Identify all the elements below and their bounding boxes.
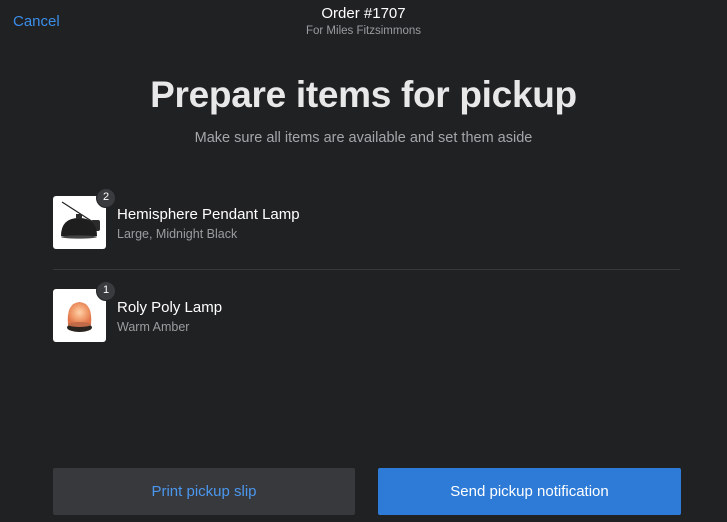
order-title: Order #1707 [321,5,406,22]
item-variant: Warm Amber [117,320,190,334]
list-item: 2 Hemisphere Pendant Lamp Large, Midnigh… [53,188,680,250]
print-pickup-slip-button[interactable]: Print pickup slip [53,468,355,515]
quantity-badge: 1 [96,281,116,301]
quantity-badge: 2 [96,188,116,208]
item-name: Roly Poly Lamp [117,299,223,316]
page-subtitle: Make sure all items are available and se… [194,130,533,146]
list-item: 1 Roly Poly Lamp Warm Amber [53,281,680,343]
send-pickup-notification-button[interactable]: Send pickup notification [378,468,681,515]
order-customer: For Miles Fitzsimmons [305,25,421,37]
top-bar: Cancel Order #1707 For Miles Fitzsimmons [0,0,727,46]
divider [53,269,680,270]
page-title: Prepare items for pickup [150,74,577,115]
item-variant: Large, Midnight Black [117,227,238,241]
item-name: Hemisphere Pendant Lamp [117,206,300,223]
